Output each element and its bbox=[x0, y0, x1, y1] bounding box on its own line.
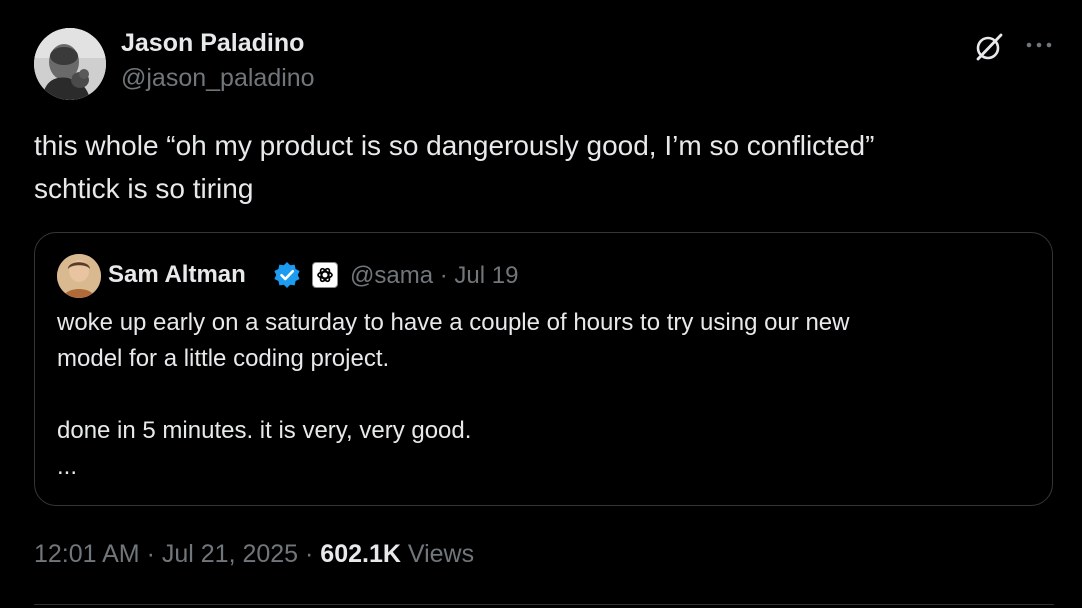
author-name[interactable]: Jason Paladino bbox=[121, 29, 304, 58]
tweet-time[interactable]: 12:01 AM bbox=[34, 540, 140, 568]
tweet-date[interactable]: Jul 21, 2025 bbox=[162, 540, 298, 568]
author-avatar[interactable] bbox=[34, 28, 106, 100]
quoted-tweet-card[interactable]: Sam Altman @sama · Jul 19 woke up early … bbox=[34, 232, 1053, 506]
author-handle[interactable]: @jason_paladino bbox=[121, 64, 315, 93]
meta-separator: · bbox=[139, 540, 162, 568]
views-label[interactable]: Views bbox=[408, 540, 474, 568]
openai-logo-icon[interactable] bbox=[312, 262, 338, 288]
tweet-meta: 12:01 AM · Jul 21, 2025 · 602.1K Views bbox=[34, 540, 474, 569]
views-count[interactable]: 602.1K bbox=[320, 540, 401, 568]
quoted-author-handle[interactable]: @sama bbox=[350, 262, 433, 289]
meta-separator-2: · bbox=[298, 540, 321, 568]
bottom-divider bbox=[34, 604, 1054, 605]
quoted-tweet-date[interactable]: Jul 19 bbox=[454, 262, 518, 289]
quoted-tweet-meta: @sama · Jul 19 bbox=[350, 262, 518, 290]
grok-icon[interactable] bbox=[974, 32, 1004, 62]
more-icon[interactable] bbox=[1024, 34, 1054, 56]
quoted-author-avatar-image bbox=[57, 254, 101, 298]
author-avatar-image bbox=[34, 28, 106, 100]
quoted-tweet-text: woke up early on a saturday to have a co… bbox=[57, 309, 850, 480]
quoted-author-name[interactable]: Sam Altman bbox=[108, 261, 246, 289]
quoted-meta-separator: · bbox=[433, 262, 455, 289]
tweet-text: this whole “oh my product is so dangerou… bbox=[34, 130, 875, 204]
verified-icon bbox=[272, 260, 302, 290]
quoted-author-avatar[interactable] bbox=[57, 254, 101, 298]
